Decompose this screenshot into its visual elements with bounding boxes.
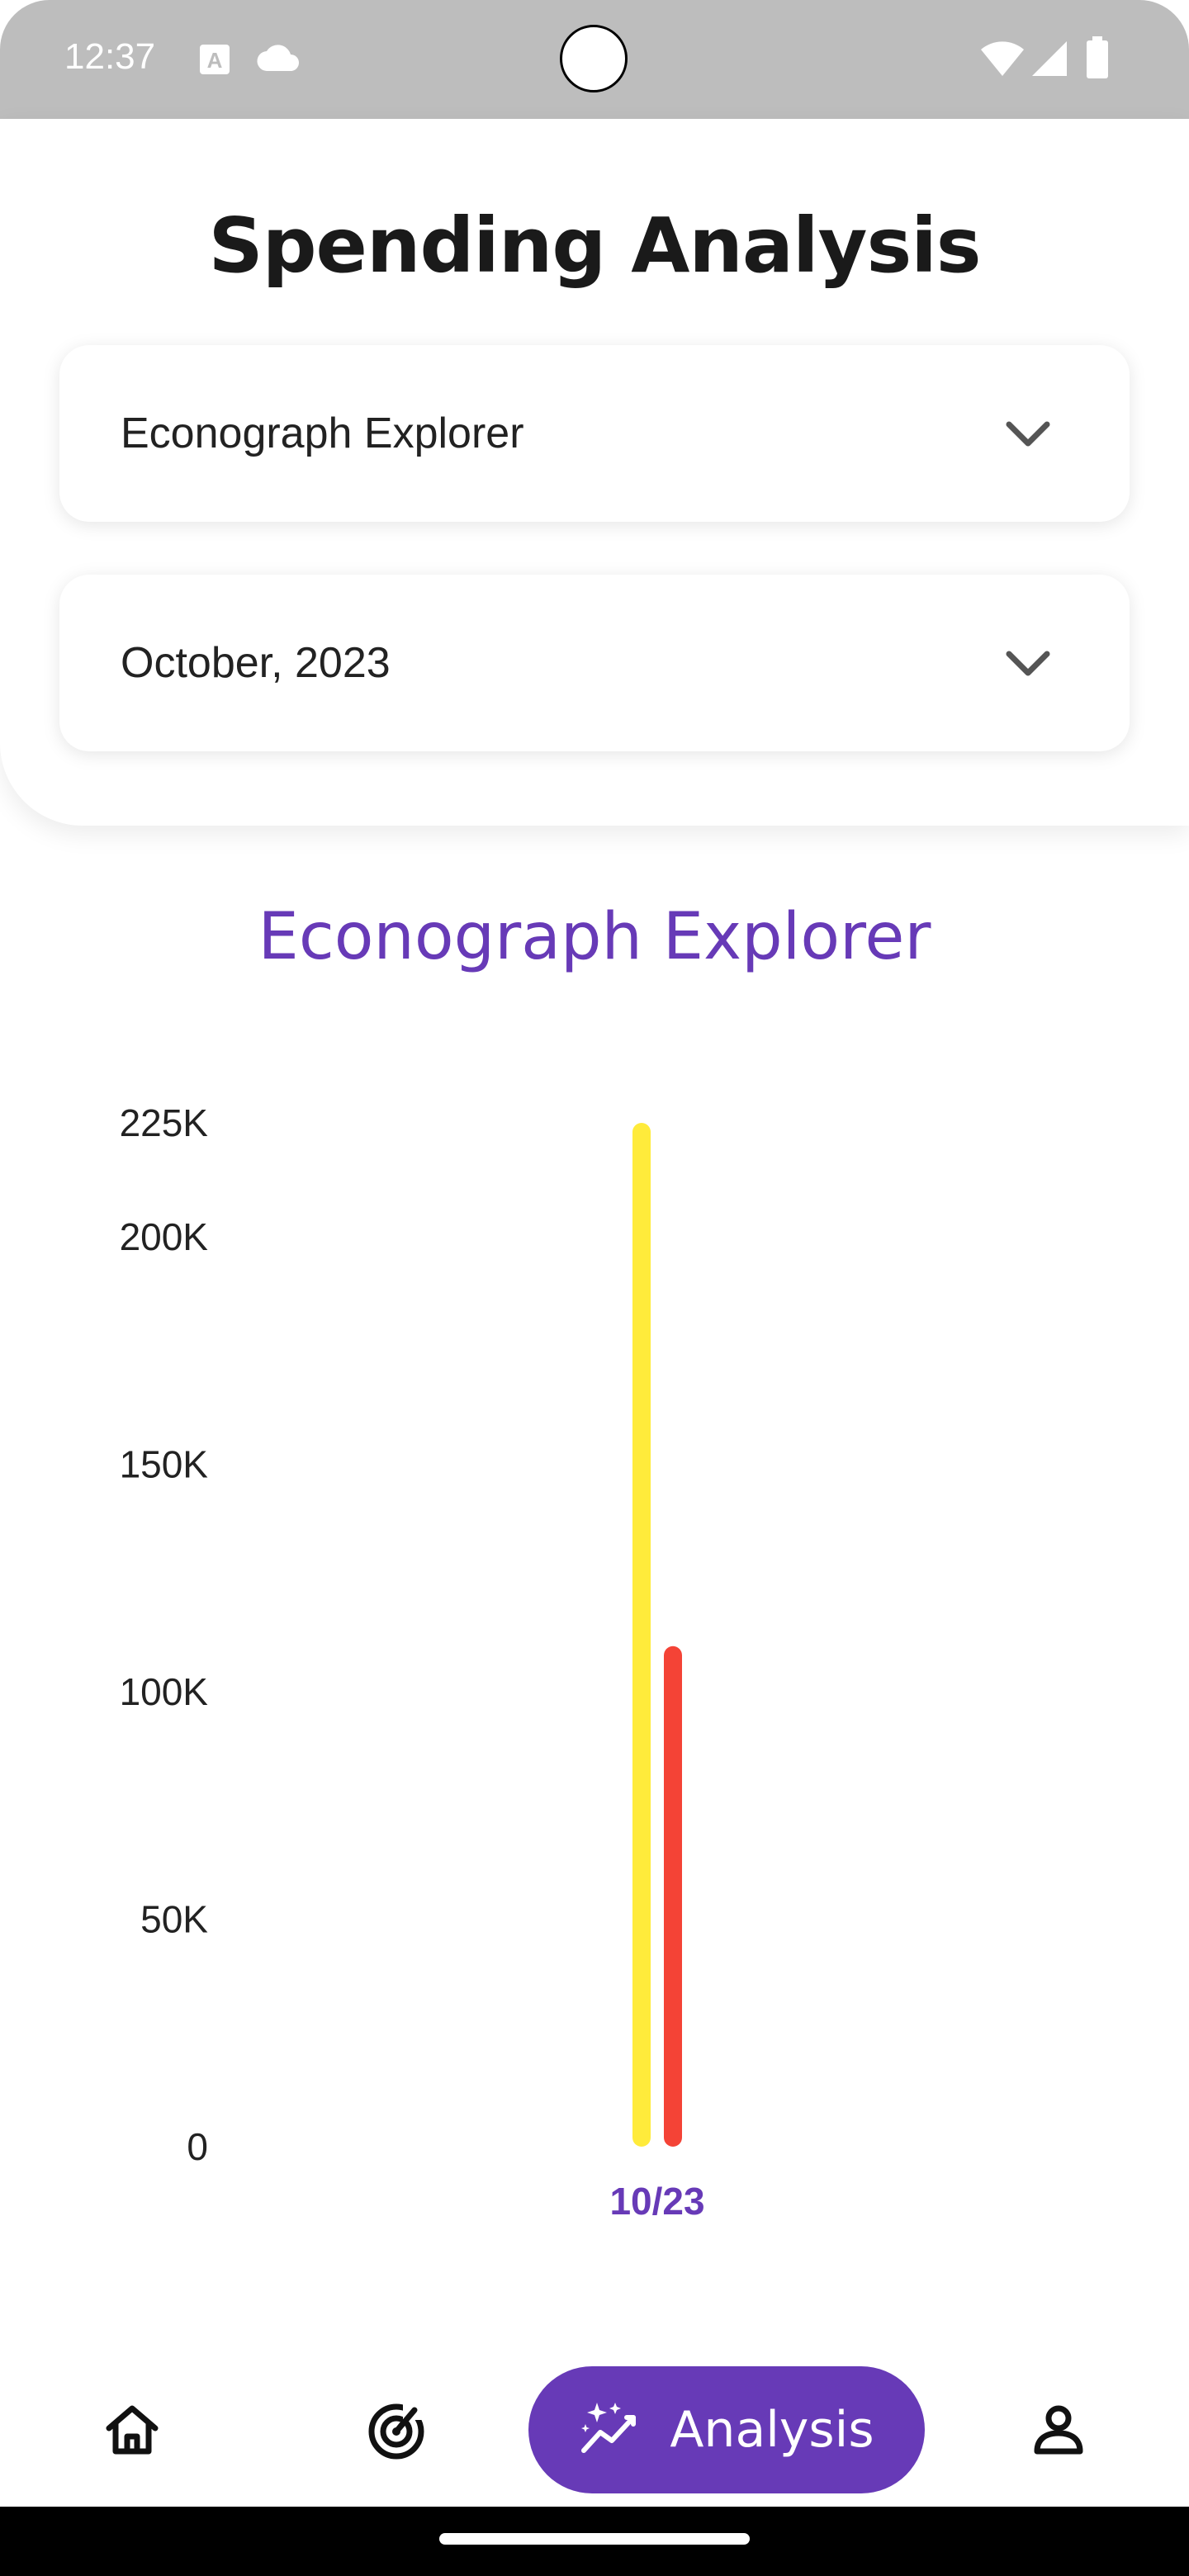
home-icon — [102, 2403, 162, 2460]
nav-profile[interactable] — [1009, 2386, 1108, 2477]
svg-text:A: A — [207, 48, 223, 73]
sparkle-chart-icon — [579, 2399, 645, 2461]
cloud-icon — [256, 43, 301, 78]
bar-series-1[interactable] — [632, 1123, 651, 2147]
x-tick-label: 10/23 — [609, 2180, 704, 2223]
battery-icon — [1085, 36, 1110, 83]
y-tick-label: 100K — [120, 1670, 209, 1713]
home-gesture-handle[interactable] — [439, 2533, 750, 2545]
nav-analysis[interactable]: Analysis — [528, 2366, 925, 2493]
a-notification-icon: A — [198, 43, 231, 80]
page-title: Spending Analysis — [208, 201, 981, 290]
nav-radar[interactable] — [347, 2386, 446, 2477]
account-dropdown[interactable]: Econograph Explorer — [59, 345, 1130, 522]
bar-series-2[interactable] — [664, 1646, 682, 2147]
y-tick-label: 50K — [140, 1897, 208, 1940]
y-tick-label: 225K — [120, 1101, 209, 1144]
month-dropdown[interactable]: October, 2023 — [59, 575, 1130, 751]
status-bar: 12:37 A — [0, 0, 1189, 119]
chart-title: Econograph Explorer — [258, 900, 931, 974]
y-tick-label: 150K — [120, 1442, 209, 1485]
cellular-signal-icon — [1030, 40, 1068, 82]
chevron-down-icon — [1004, 642, 1052, 684]
chevron-down-icon — [1004, 413, 1052, 454]
account-dropdown-value: Econograph Explorer — [121, 410, 524, 457]
gesture-navigation-area — [0, 2507, 1189, 2576]
bottom-navigation: Analysis — [0, 2337, 1189, 2507]
nav-analysis-label: Analysis — [670, 2401, 874, 2459]
camera-cutout — [560, 25, 628, 92]
y-tick-label: 200K — [120, 1215, 209, 1258]
y-tick-label: 0 — [187, 2125, 208, 2168]
wifi-icon — [979, 40, 1026, 82]
status-time: 12:37 — [64, 36, 156, 77]
month-dropdown-value: October, 2023 — [121, 639, 391, 687]
spending-bar-chart: 0 50K 100K 150K 200K 225K 10/23 — [120, 1101, 705, 2223]
person-icon — [1032, 2403, 1085, 2460]
header-card: Spending Analysis Econograph Explorer Oc… — [0, 119, 1189, 826]
radar-icon — [367, 2399, 426, 2464]
nav-home[interactable] — [83, 2386, 182, 2477]
